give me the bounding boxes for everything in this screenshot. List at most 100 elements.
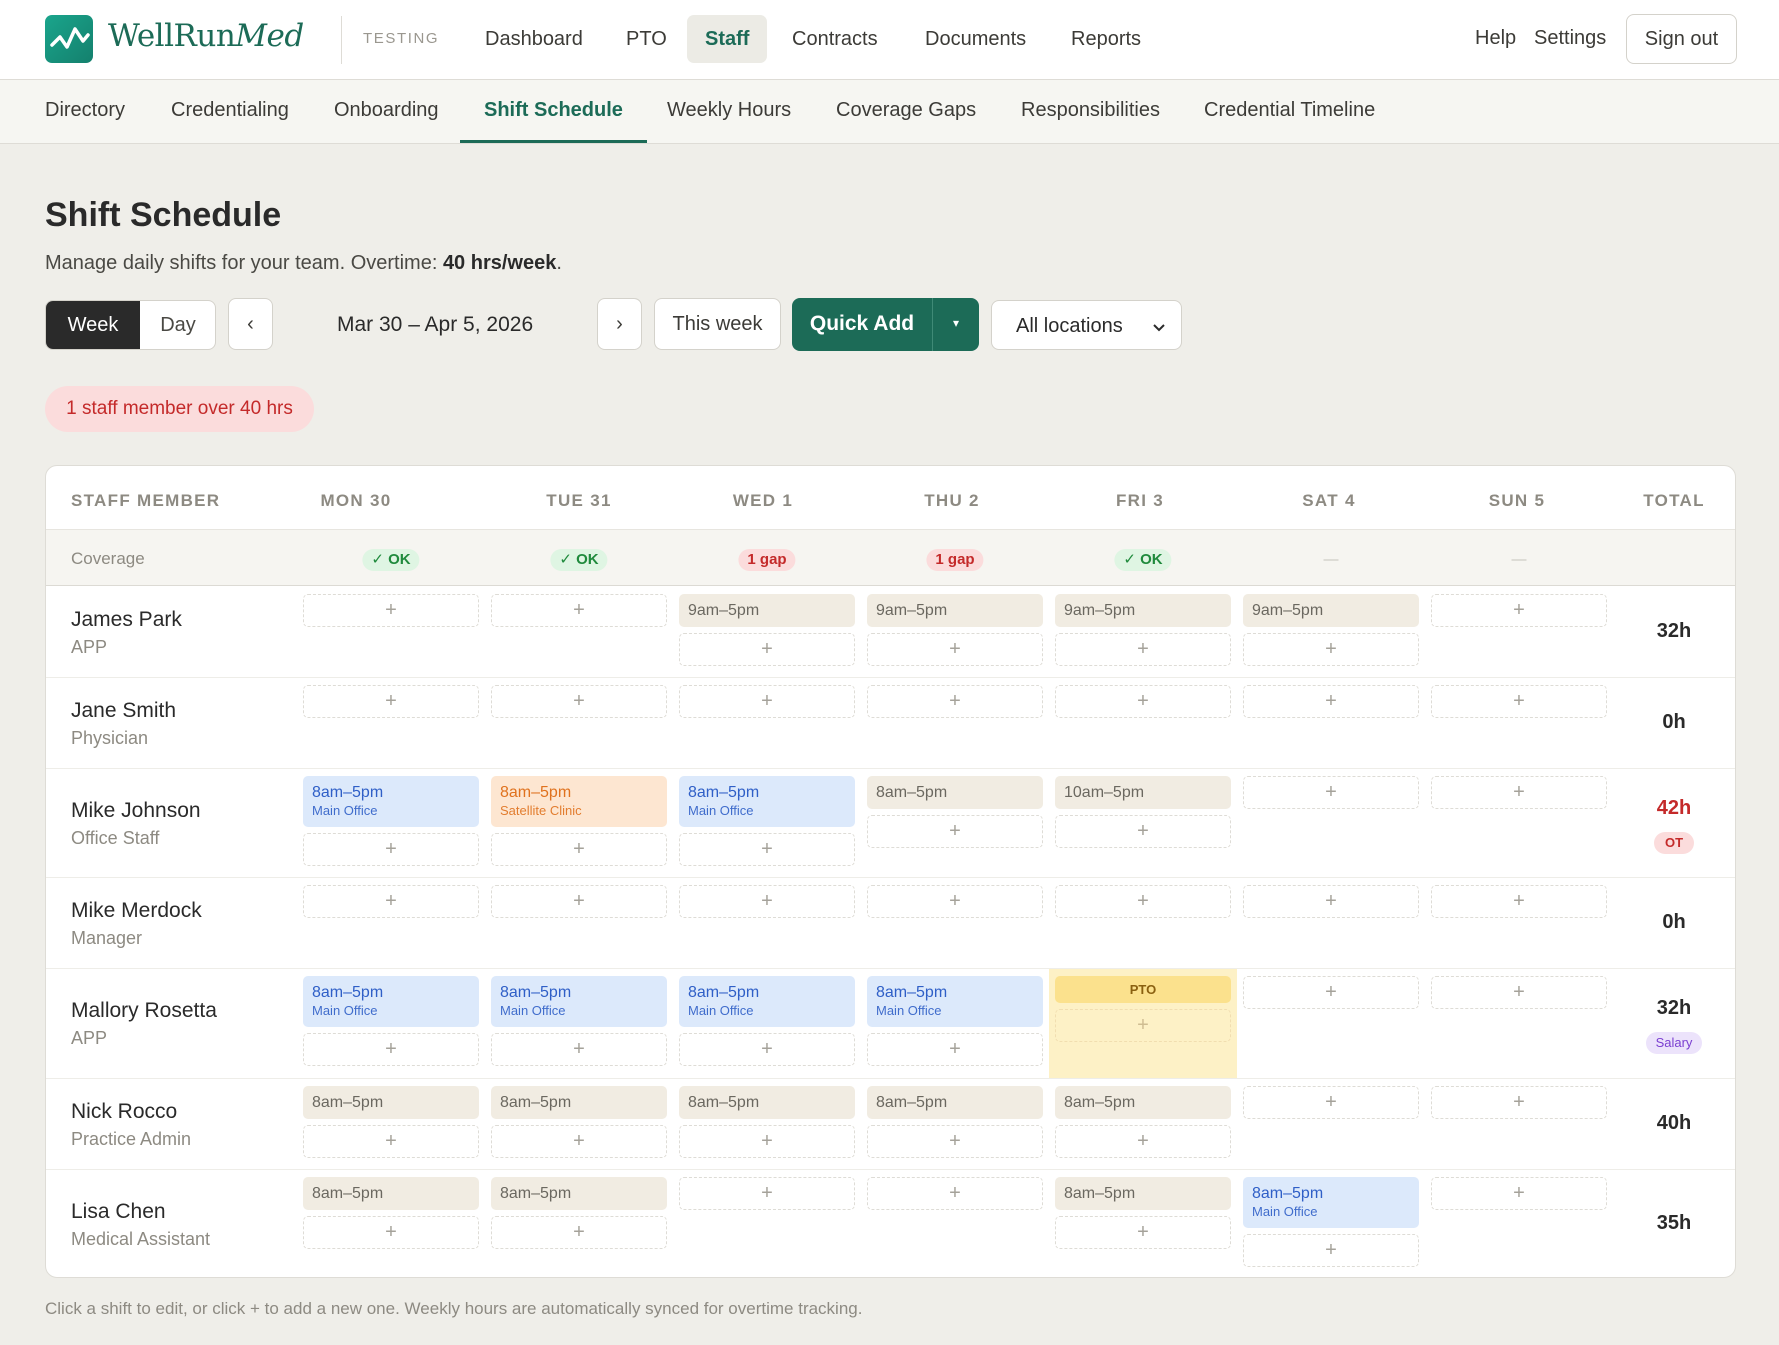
tab-credentialing[interactable]: Credentialing [147,80,313,143]
nav-documents[interactable]: Documents [907,15,1044,63]
add-shift-button[interactable]: + [303,1125,479,1158]
tab-weekly-hours[interactable]: Weekly Hours [643,80,815,143]
nav-pto[interactable]: PTO [608,15,685,63]
shift-block[interactable]: 8am–5pm [1055,1177,1231,1210]
shift-block[interactable]: 8am–5pm Main Office [491,976,667,1027]
quick-add-menu-caret-icon[interactable]: ▾ [933,298,979,351]
tab-shift-schedule[interactable]: Shift Schedule [460,80,647,143]
add-shift-button[interactable]: + [1055,885,1231,918]
nav-reports[interactable]: Reports [1053,15,1159,63]
nav-dashboard[interactable]: Dashboard [467,15,601,63]
add-shift-button[interactable]: + [303,833,479,866]
shift-block[interactable]: 8am–5pm Main Office [867,976,1043,1027]
add-shift-button[interactable]: + [1055,815,1231,848]
shift-block[interactable]: 9am–5pm [1243,594,1419,627]
staff-name[interactable]: Mallory Rosetta [71,999,217,1023]
add-shift-button[interactable]: + [1055,1216,1231,1249]
day-view-button[interactable]: Day [140,301,215,349]
nav-contracts[interactable]: Contracts [774,15,896,63]
shift-block[interactable]: 8am–5pm Main Office [303,776,479,827]
brand-name[interactable]: WellRunMed [108,18,304,54]
tab-coverage-gaps[interactable]: Coverage Gaps [812,80,1000,143]
add-shift-button[interactable]: + [679,885,855,918]
next-week-button[interactable]: › [597,298,642,350]
add-shift-button[interactable]: + [1431,685,1607,718]
add-shift-button[interactable]: + [491,1125,667,1158]
heartbeat-logo-icon[interactable] [45,15,93,63]
location-select[interactable]: All locations [991,300,1182,350]
add-shift-button[interactable]: + [1431,594,1607,627]
shift-block[interactable]: 8am–5pm [679,1086,855,1119]
shift-block[interactable]: 8am–5pm Main Office [679,976,855,1027]
shift-block[interactable]: 8am–5pm [491,1177,667,1210]
add-shift-button[interactable]: + [491,1216,667,1249]
add-shift-button[interactable]: + [1431,1177,1607,1210]
shift-block[interactable]: 8am–5pm Main Office [679,776,855,827]
shift-block[interactable]: 8am–5pm [867,776,1043,809]
add-shift-button[interactable]: + [1243,633,1419,666]
add-shift-button[interactable]: + [491,885,667,918]
add-shift-button[interactable]: + [867,1033,1043,1066]
add-shift-button[interactable]: + [491,594,667,627]
shift-block[interactable]: 8am–5pm Main Office [303,976,479,1027]
add-shift-button[interactable]: + [679,1125,855,1158]
add-shift-button[interactable]: + [1055,633,1231,666]
tab-responsibilities[interactable]: Responsibilities [997,80,1184,143]
add-shift-button[interactable]: + [679,1177,855,1210]
add-shift-button[interactable]: + [1243,776,1419,809]
add-shift-button[interactable]: + [1431,776,1607,809]
add-shift-button[interactable]: + [1243,885,1419,918]
shift-block[interactable]: 10am–5pm [1055,776,1231,809]
add-shift-button[interactable]: + [1243,976,1419,1009]
add-shift-button[interactable]: + [1243,685,1419,718]
shift-block[interactable]: 8am–5pm [491,1086,667,1119]
add-shift-button[interactable]: + [679,633,855,666]
shift-block[interactable]: 8am–5pm Main Office [1243,1177,1419,1228]
add-shift-button[interactable]: + [491,685,667,718]
this-week-button[interactable]: This week [654,298,781,350]
add-shift-button[interactable]: + [1431,885,1607,918]
add-shift-button[interactable]: + [303,885,479,918]
add-shift-button[interactable]: + [1431,1086,1607,1119]
staff-name[interactable]: James Park [71,608,182,632]
tab-credential-timeline[interactable]: Credential Timeline [1180,80,1399,143]
previous-week-button[interactable]: ‹ [228,298,273,350]
add-shift-button[interactable]: + [867,1177,1043,1210]
add-shift-button[interactable]: + [1055,685,1231,718]
shift-block[interactable]: 8am–5pm [1055,1086,1231,1119]
add-shift-button[interactable]: + [303,1033,479,1066]
staff-name[interactable]: Nick Rocco [71,1100,177,1124]
add-shift-button[interactable]: + [1055,1009,1231,1042]
quick-add-button[interactable]: Quick Add [792,298,932,351]
add-shift-button[interactable]: + [867,815,1043,848]
add-shift-button[interactable]: + [867,1125,1043,1158]
staff-name[interactable]: Lisa Chen [71,1200,166,1224]
pto-badge[interactable]: PTO [1055,976,1231,1003]
shift-block[interactable]: 9am–5pm [679,594,855,627]
shift-block[interactable]: 8am–5pm [303,1177,479,1210]
add-shift-button[interactable]: + [679,1033,855,1066]
tab-directory[interactable]: Directory [21,80,149,143]
add-shift-button[interactable]: + [679,685,855,718]
shift-block[interactable]: 8am–5pm [303,1086,479,1119]
add-shift-button[interactable]: + [491,833,667,866]
nav-staff[interactable]: Staff [687,15,768,63]
settings-link[interactable]: Settings [1534,27,1606,50]
add-shift-button[interactable]: + [491,1033,667,1066]
shift-block[interactable]: 8am–5pm [867,1086,1043,1119]
add-shift-button[interactable]: + [1431,976,1607,1009]
tab-onboarding[interactable]: Onboarding [310,80,463,143]
add-shift-button[interactable]: + [867,885,1043,918]
add-shift-button[interactable]: + [303,1216,479,1249]
add-shift-button[interactable]: + [679,833,855,866]
sign-out-button[interactable]: Sign out [1626,14,1737,64]
staff-name[interactable]: Jane Smith [71,699,176,723]
add-shift-button[interactable]: + [303,685,479,718]
staff-name[interactable]: Mike Johnson [71,799,201,823]
add-shift-button[interactable]: + [1243,1086,1419,1119]
help-link[interactable]: Help [1475,27,1516,50]
week-view-button[interactable]: Week [46,301,140,349]
staff-name[interactable]: Mike Merdock [71,899,202,923]
add-shift-button[interactable]: + [303,594,479,627]
shift-block[interactable]: 8am–5pm Satellite Clinic [491,776,667,827]
